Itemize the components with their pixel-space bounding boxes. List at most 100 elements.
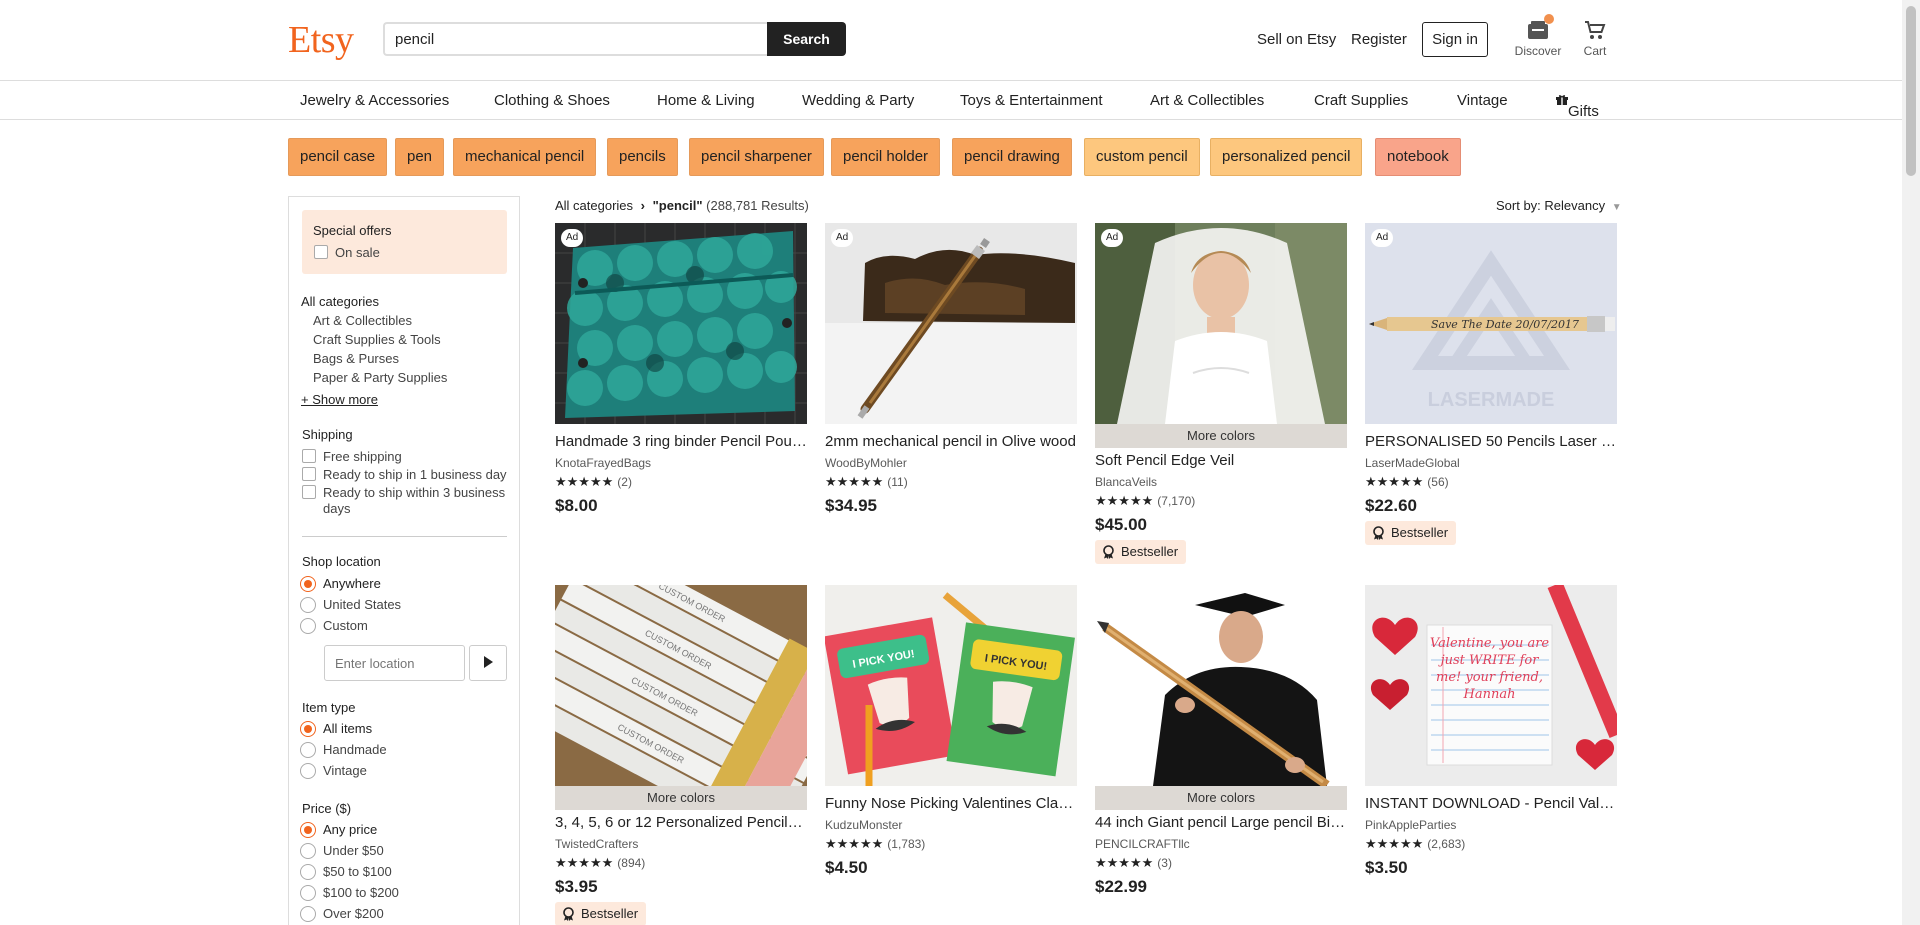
tag-notebook[interactable]: notebook <box>1375 138 1461 176</box>
tag-pen[interactable]: pen <box>395 138 445 176</box>
cart-button[interactable]: Cart <box>1580 20 1610 58</box>
discover-button[interactable]: Discover <box>1512 20 1564 58</box>
tag-pencil-holder[interactable]: pencil holder <box>831 138 941 176</box>
ship-3-days-label-cont[interactable]: days <box>323 501 350 516</box>
on-sale-label[interactable]: On sale <box>335 245 380 260</box>
listing-shop[interactable]: PENCILCRAFTllc <box>1095 837 1190 851</box>
price-50-100-radio[interactable] <box>300 864 316 880</box>
page-scrollbar[interactable] <box>1902 0 1920 925</box>
listing-title[interactable]: PERSONALISED 50 Pencils Laser Engraved <box>1365 433 1617 450</box>
price-any-label[interactable]: Any price <box>323 822 377 837</box>
nav-gifts[interactable]: Gifts <box>1556 92 1599 120</box>
listing-image[interactable]: LASERMADE Save The Date 20/07/2017 <box>1365 223 1617 424</box>
listing-title[interactable]: 2mm mechanical pencil in Olive wood <box>825 433 1077 450</box>
nav-wedding-party[interactable]: Wedding & Party <box>802 92 914 109</box>
listing-title[interactable]: Handmade 3 ring binder Pencil Pouch <box>555 433 807 450</box>
search-input[interactable] <box>383 22 768 56</box>
location-custom-radio[interactable] <box>300 618 316 634</box>
tag-mechanical-pencil[interactable]: mechanical pencil <box>453 138 597 176</box>
sort-dropdown[interactable]: Sort by: Relevancy ▼ <box>1496 198 1622 213</box>
listing-image[interactable] <box>1095 223 1347 424</box>
nav-art-collectibles[interactable]: Art & Collectibles <box>1150 92 1264 109</box>
tag-pencil-sharpener[interactable]: pencil sharpener <box>689 138 824 176</box>
more-colors-label[interactable]: More colors <box>1095 424 1347 448</box>
listing-image[interactable]: Valentine, you are just WRITE for me! yo… <box>1365 585 1617 786</box>
filter-category-craft-supplies[interactable]: Craft Supplies & Tools <box>313 332 441 347</box>
price-under-50-radio[interactable] <box>300 843 316 859</box>
location-custom-label[interactable]: Custom <box>323 618 368 633</box>
item-handmade-radio[interactable] <box>300 742 316 758</box>
scrollbar-thumb[interactable] <box>1906 6 1916 176</box>
register-link[interactable]: Register <box>1351 31 1407 48</box>
item-vintage-label[interactable]: Vintage <box>323 763 367 778</box>
free-shipping-label[interactable]: Free shipping <box>323 449 402 464</box>
nav-home-living[interactable]: Home & Living <box>657 92 755 109</box>
listing-shop[interactable]: KudzuMonster <box>825 818 902 832</box>
on-sale-checkbox[interactable] <box>314 245 328 259</box>
listing-title[interactable]: INSTANT DOWNLOAD - Pencil Valentine <box>1365 795 1617 812</box>
filter-category-paper-party[interactable]: Paper & Party Supplies <box>313 370 447 385</box>
ship-3-days-checkbox[interactable] <box>302 485 316 499</box>
ship-1-day-checkbox[interactable] <box>302 467 316 481</box>
tag-personalized-pencil[interactable]: personalized pencil <box>1210 138 1363 176</box>
price-over-200-radio[interactable] <box>300 906 316 922</box>
listing-title[interactable]: 3, 4, 5, 6 or 12 Personalized Pencils, C… <box>555 814 807 831</box>
item-all-radio[interactable] <box>300 721 316 737</box>
ad-badge: Ad <box>1101 229 1124 247</box>
tag-pencil-drawing[interactable]: pencil drawing <box>952 138 1072 176</box>
location-us-radio[interactable] <box>300 597 316 613</box>
listing-title[interactable]: Soft Pencil Edge Veil <box>1095 452 1347 469</box>
item-handmade-label[interactable]: Handmade <box>323 742 387 757</box>
more-colors-label[interactable]: More colors <box>1095 786 1347 810</box>
free-shipping-checkbox[interactable] <box>302 449 316 463</box>
listing-shop[interactable]: LaserMadeGlobal <box>1365 456 1460 470</box>
location-us-label[interactable]: United States <box>323 597 401 612</box>
listing-image[interactable]: CUSTOM ORDER CUSTOM ORDER CUSTOM ORDER CUST… <box>555 585 807 786</box>
listing-image[interactable]: I PICK YOU! I PICK YOU! <box>825 585 1077 786</box>
nav-clothing-shoes[interactable]: Clothing & Shoes <box>494 92 610 109</box>
listing-shop[interactable]: TwistedCrafters <box>555 837 638 851</box>
price-under-50-label[interactable]: Under $50 <box>323 843 384 858</box>
listing-shop[interactable]: KnotaFrayedBags <box>555 456 651 470</box>
price-100-200-label[interactable]: $100 to $200 <box>323 885 399 900</box>
location-anywhere-radio[interactable] <box>300 576 316 592</box>
tag-pencil-case[interactable]: pencil case <box>288 138 388 176</box>
nav-jewelry-accessories[interactable]: Jewelry & Accessories <box>300 92 449 109</box>
price-over-200-label[interactable]: Over $200 <box>323 906 384 921</box>
more-colors-label[interactable]: More colors <box>555 786 807 810</box>
filter-category-art-collectibles[interactable]: Art & Collectibles <box>313 313 412 328</box>
location-submit-button[interactable] <box>469 645 507 681</box>
show-more-categories-link[interactable]: + Show more <box>301 392 378 407</box>
ship-1-day-label[interactable]: Ready to ship in 1 business day <box>323 467 507 482</box>
nav-toys-entertainment[interactable]: Toys & Entertainment <box>960 92 1103 109</box>
sign-in-button[interactable]: Sign in <box>1422 22 1488 57</box>
listing-image[interactable] <box>1095 585 1347 786</box>
etsy-logo[interactable]: Etsy <box>288 18 354 62</box>
listing-image[interactable] <box>825 223 1077 424</box>
all-categories-heading[interactable]: All categories <box>301 294 379 309</box>
price-any-radio[interactable] <box>300 822 316 838</box>
tag-custom-pencil[interactable]: custom pencil <box>1084 138 1200 176</box>
bestseller-label: Bestseller <box>1121 544 1179 559</box>
ship-3-days-label[interactable]: Ready to ship within 3 business <box>323 485 505 500</box>
listing-title[interactable]: Funny Nose Picking Valentines Classroom <box>825 795 1077 812</box>
nav-vintage[interactable]: Vintage <box>1457 92 1508 109</box>
item-vintage-radio[interactable] <box>300 763 316 779</box>
breadcrumb-all-categories[interactable]: All categories <box>555 198 633 213</box>
price-50-100-label[interactable]: $50 to $100 <box>323 864 392 879</box>
listing-shop[interactable]: WoodByMohler <box>825 456 907 470</box>
location-anywhere-label[interactable]: Anywhere <box>323 576 381 591</box>
location-input[interactable] <box>324 645 465 681</box>
listing-shop[interactable]: BlancaVeils <box>1095 475 1157 489</box>
filter-category-bags-purses[interactable]: Bags & Purses <box>313 351 399 366</box>
sell-on-etsy-link[interactable]: Sell on Etsy <box>1257 31 1336 48</box>
listing-image[interactable] <box>555 223 807 424</box>
search-button[interactable]: Search <box>767 22 846 56</box>
listing-shop[interactable]: PinkAppleParties <box>1365 818 1456 832</box>
price-100-200-radio[interactable] <box>300 885 316 901</box>
nav-craft-supplies[interactable]: Craft Supplies <box>1314 92 1408 109</box>
item-all-label[interactable]: All items <box>323 721 372 736</box>
listing-price: $3.95 <box>555 877 598 896</box>
listing-title[interactable]: 44 inch Giant pencil Large pencil Big pe… <box>1095 814 1347 831</box>
tag-pencils[interactable]: pencils <box>607 138 678 176</box>
